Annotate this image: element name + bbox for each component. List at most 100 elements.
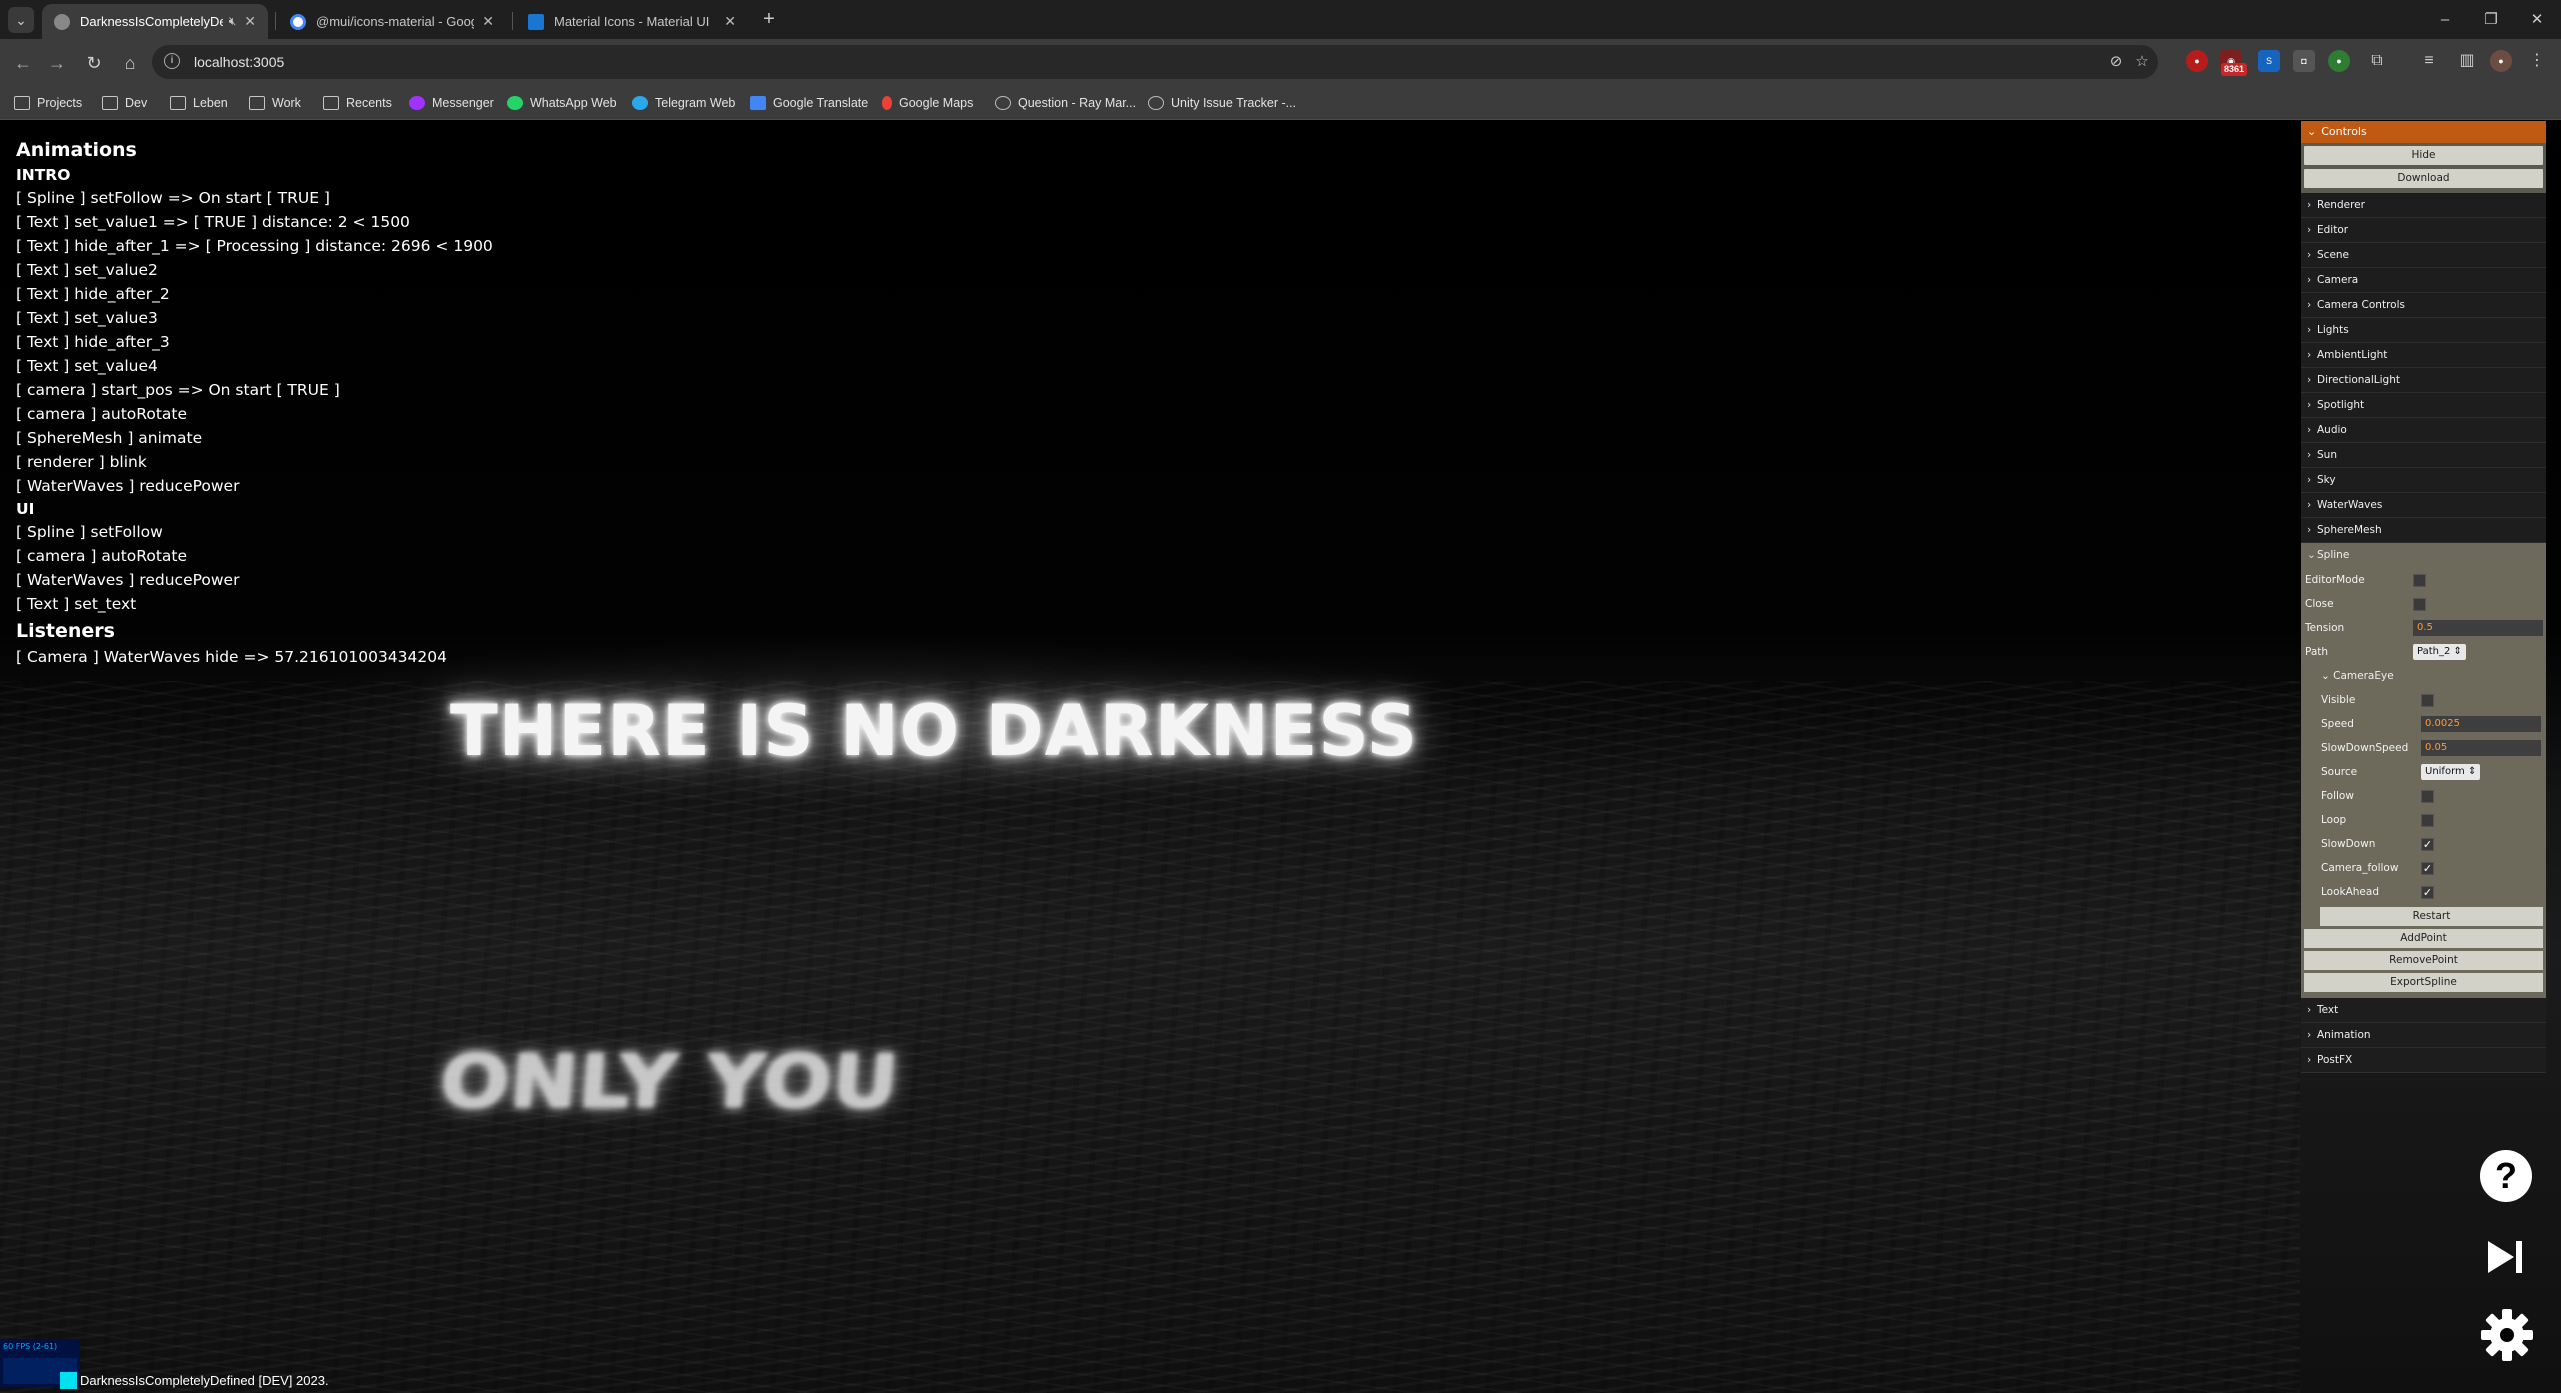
tension-input[interactable]: 0.5 <box>2413 620 2543 636</box>
home-icon[interactable]: ⌂ <box>117 50 143 76</box>
remove-point-button[interactable]: RemovePoint <box>2304 951 2543 970</box>
folder-ambient-light[interactable]: › AmbientLight <box>2301 343 2546 368</box>
help-icon[interactable]: ? <box>2480 1150 2532 1202</box>
address-bar[interactable]: i localhost:3005 ⊘ ☆ <box>152 45 2158 79</box>
bookmark-whatsapp[interactable]: WhatsApp Web <box>507 86 617 120</box>
param-label: Source <box>2321 766 2358 778</box>
minimize-button[interactable]: – <box>2422 0 2468 39</box>
chevron-right-icon: › <box>2307 449 2312 461</box>
folder-editor[interactable]: › Editor <box>2301 218 2546 243</box>
close-checkbox[interactable] <box>2413 597 2426 611</box>
folder-water-waves[interactable]: › WaterWaves <box>2301 493 2546 518</box>
bookmark-folder[interactable]: Recents <box>323 86 392 120</box>
eye-off-icon[interactable]: ⊘ <box>2106 52 2126 72</box>
bookmark-telegram[interactable]: Telegram Web <box>632 86 735 120</box>
log-line: [ WaterWaves ] reducePower <box>16 477 240 495</box>
controls-title[interactable]: ⌄ Controls <box>2301 121 2546 143</box>
editor-mode-checkbox[interactable] <box>2413 573 2426 587</box>
folder-camera[interactable]: › Camera <box>2301 268 2546 293</box>
export-spline-button[interactable]: ExportSpline <box>2304 973 2543 992</box>
log-line: [ Spline ] setFollow => On start [ TRUE … <box>16 189 330 207</box>
folder-camera-eye[interactable]: ⌄ CameraEye <box>2317 664 2546 688</box>
media-queue-icon[interactable]: ≡ <box>2418 50 2440 72</box>
tab-mui-icons[interactable]: @mui/icons-material - Google ✕ <box>278 4 506 39</box>
maximize-button[interactable]: ❐ <box>2468 0 2514 39</box>
bookmark-unity[interactable]: Unity Issue Tracker -... <box>1148 86 1296 120</box>
bookmark-label: Projects <box>37 96 83 110</box>
bookmark-folder[interactable]: Work <box>249 86 301 120</box>
bookmark-messenger[interactable]: Messenger <box>409 86 494 120</box>
chevron-right-icon: › <box>2307 349 2312 361</box>
extension-blue-icon[interactable]: S <box>2258 50 2280 72</box>
close-tab-icon[interactable]: ✕ <box>724 13 736 30</box>
folder-camera-controls[interactable]: › Camera Controls <box>2301 293 2546 318</box>
folder-scene[interactable]: › Scene <box>2301 243 2546 268</box>
tab-darkness[interactable]: DarknessIsCompletelyDefin 🔇︎ ✕ <box>42 4 268 39</box>
reload-icon[interactable]: ↻ <box>81 50 107 76</box>
slowdown-speed-input[interactable]: 0.05 <box>2421 740 2541 756</box>
side-panel-icon[interactable]: ▥ <box>2456 50 2478 72</box>
bookmark-folder[interactable]: Dev <box>102 86 147 120</box>
close-window-button[interactable]: ✕ <box>2514 0 2560 39</box>
profile-avatar[interactable]: ● <box>2490 50 2512 72</box>
telegram-icon <box>632 96 648 110</box>
bookmark-maps[interactable]: Google Maps <box>882 86 973 120</box>
log-line: [ Text ] set_value2 <box>16 261 158 279</box>
path-select[interactable]: Path_2 ⇕ <box>2413 644 2466 660</box>
folder-directional-light[interactable]: › DirectionalLight <box>2301 368 2546 393</box>
mute-icon[interactable]: 🔇︎ <box>229 14 237 29</box>
back-icon[interactable]: ← <box>10 50 36 76</box>
add-point-button[interactable]: AddPoint <box>2304 929 2543 948</box>
bookmark-question[interactable]: Question - Ray Mar... <box>995 86 1136 120</box>
camera-follow-checkbox[interactable]: ✓ <box>2421 861 2434 875</box>
bookmark-label: Google Translate <box>773 96 869 110</box>
bookmark-folder[interactable]: Leben <box>170 86 228 120</box>
log-line: [ camera ] start_pos => On start [ TRUE … <box>16 381 340 399</box>
forward-icon[interactable]: → <box>44 50 70 76</box>
source-select[interactable]: Uniform ⇕ <box>2421 764 2481 780</box>
speed-input[interactable]: 0.0025 <box>2421 716 2541 732</box>
restart-button[interactable]: Restart <box>2320 907 2543 926</box>
folder-sphere-mesh[interactable]: › SphereMesh <box>2301 518 2546 543</box>
folder-renderer[interactable]: › Renderer <box>2301 193 2546 218</box>
folder-sky[interactable]: › Sky <box>2301 468 2546 493</box>
folder-animation[interactable]: › Animation <box>2301 1023 2546 1048</box>
extension-green-icon[interactable]: ● <box>2328 50 2350 72</box>
site-info-icon[interactable]: i <box>164 53 180 69</box>
folder-label: Sky <box>2317 474 2336 486</box>
folder-spline[interactable]: ⌄Spline <box>2301 543 2546 568</box>
folder-postfx[interactable]: › PostFX <box>2301 1048 2546 1073</box>
chrome-menu-icon[interactable]: ⋮ <box>2526 50 2548 72</box>
settings-gear-icon[interactable] <box>2480 1308 2534 1362</box>
new-tab-button[interactable]: + <box>756 7 782 33</box>
camera-follow-row: Camera_follow ✓ <box>2317 856 2546 880</box>
loop-checkbox[interactable] <box>2421 813 2434 827</box>
folder-icon <box>323 96 339 110</box>
bookmark-label: Question - Ray Mar... <box>1018 96 1137 110</box>
close-tab-icon[interactable]: ✕ <box>244 13 256 30</box>
extensions-puzzle-icon[interactable]: ⧉ <box>2366 50 2388 72</box>
url-text[interactable]: localhost:3005 <box>194 45 284 79</box>
tab-material-icons[interactable]: Material Icons - Material UI ✕ <box>516 4 748 39</box>
download-button[interactable]: Download <box>2304 169 2543 188</box>
folder-lights[interactable]: › Lights <box>2301 318 2546 343</box>
visible-checkbox[interactable] <box>2421 693 2434 707</box>
extension-red-icon[interactable]: ● <box>2186 50 2208 72</box>
bookmark-translate[interactable]: Google Translate <box>750 86 868 120</box>
skip-next-icon[interactable] <box>2482 1237 2530 1277</box>
slowdown-checkbox[interactable]: ✓ <box>2421 837 2434 851</box>
bookmark-folder[interactable]: Projects <box>14 86 82 120</box>
folder-spotlight[interactable]: › Spotlight <box>2301 393 2546 418</box>
folder-audio[interactable]: › Audio <box>2301 418 2546 443</box>
folder-text[interactable]: › Text <box>2301 998 2546 1023</box>
hide-button[interactable]: Hide <box>2304 146 2543 165</box>
bookmark-star-icon[interactable]: ☆ <box>2132 52 2152 72</box>
follow-checkbox[interactable] <box>2421 789 2434 803</box>
close-tab-icon[interactable]: ✕ <box>482 13 494 30</box>
lookahead-checkbox[interactable]: ✓ <box>2421 885 2434 899</box>
tab-search-button[interactable]: ⌄ <box>8 7 34 33</box>
chevron-right-icon: › <box>2307 474 2312 486</box>
folder-sun[interactable]: › Sun <box>2301 443 2546 468</box>
extension-camera-icon[interactable]: ◘ <box>2293 50 2315 72</box>
path-row: Path Path_2 ⇕ <box>2301 640 2546 664</box>
